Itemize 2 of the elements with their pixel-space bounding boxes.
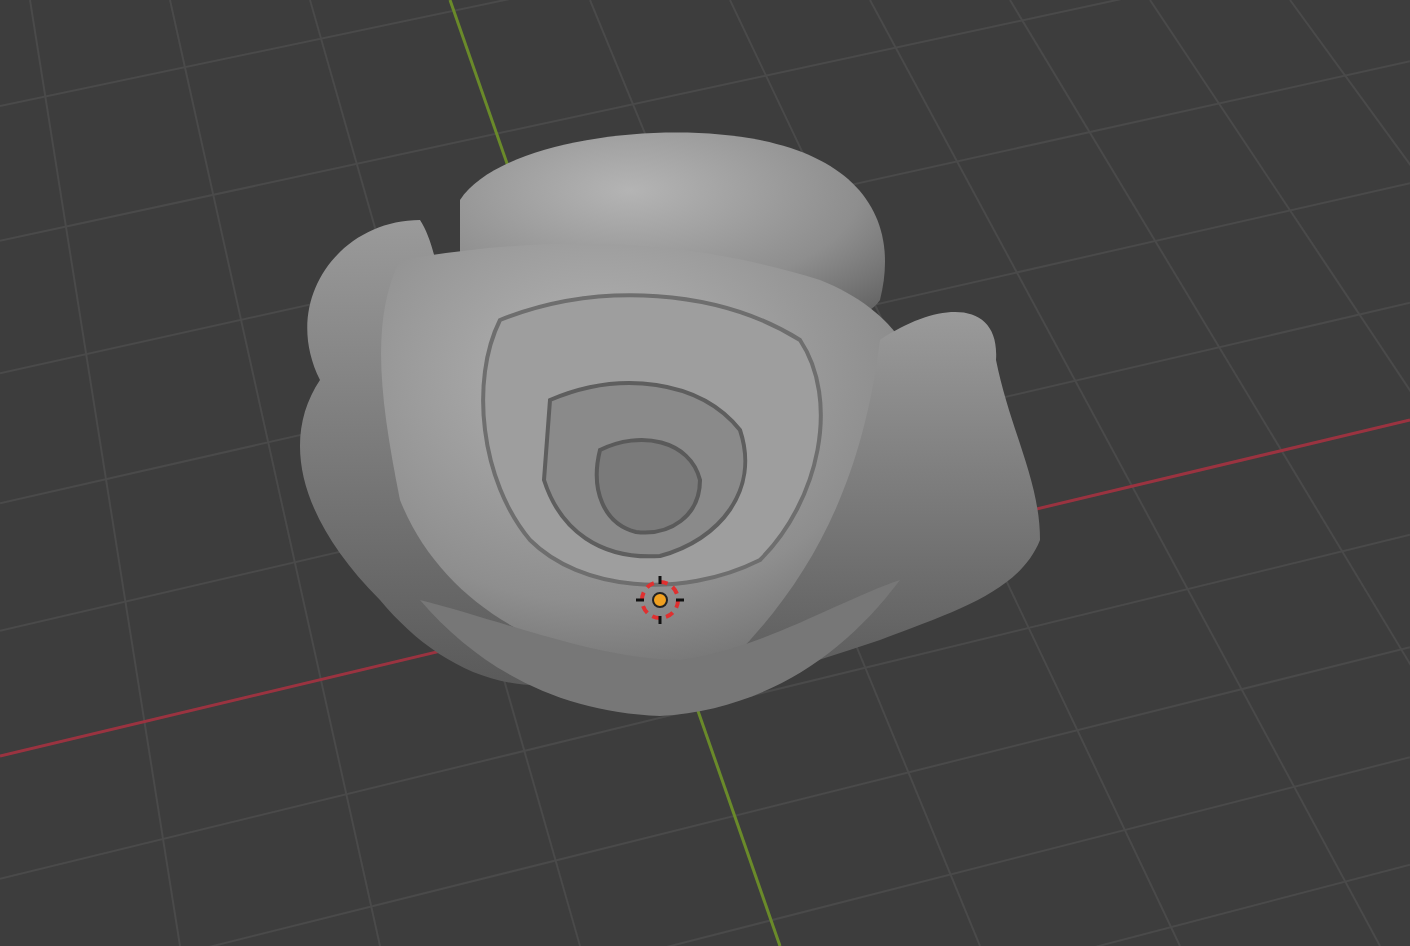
3d-cursor-icon[interactable]	[636, 576, 684, 624]
rose-model-drawing[interactable]	[300, 132, 1040, 716]
